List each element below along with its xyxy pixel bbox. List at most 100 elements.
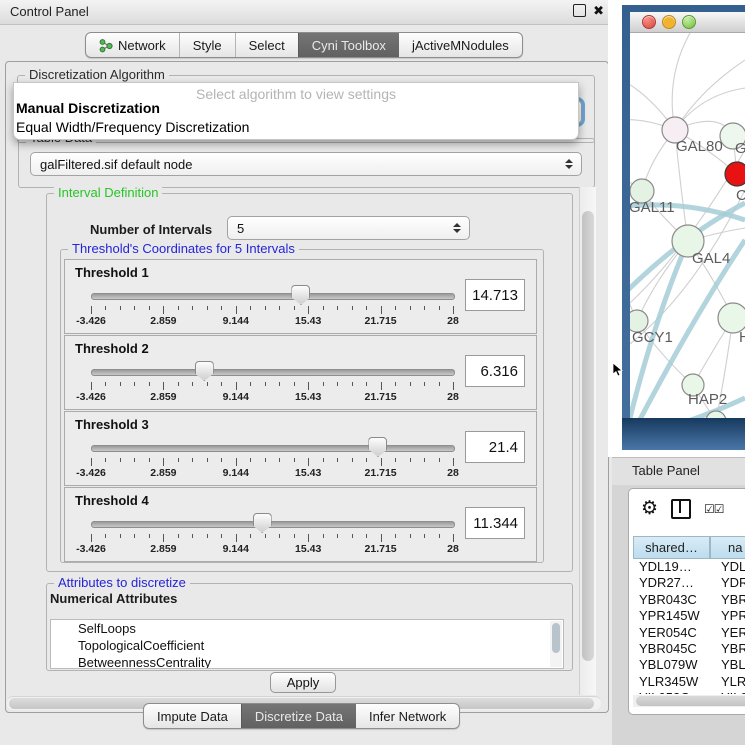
number-of-intervals-select[interactable]: 5	[227, 216, 470, 240]
cell-name[interactable]: YBL0	[716, 657, 745, 673]
cell-name[interactable]: YLR3	[716, 674, 745, 690]
tab-infer-network[interactable]: Infer Network	[356, 704, 459, 728]
app-root: Control Panel ✖ NetworkStyleSelectCyni T…	[0, 0, 745, 745]
table-row[interactable]: YDR27…YDR2	[633, 575, 745, 591]
table-row[interactable]: YBR045CYBR0	[633, 641, 745, 657]
table-row[interactable]: YER054CYER0	[633, 625, 745, 641]
table-header-row: shared… na	[633, 536, 745, 559]
threshold-slider-thumb[interactable]	[253, 513, 272, 533]
threshold-panel-2: Threshold 2-3.4262.8599.14415.4321.71528…	[64, 335, 537, 410]
cell-shared-name[interactable]: YBL079W	[633, 657, 716, 673]
split-columns-icon[interactable]	[671, 499, 691, 519]
network-node-label: GAL11	[630, 199, 675, 216]
threshold-slider-thumb[interactable]	[291, 285, 310, 305]
table-data-select[interactable]: galFiltered.sif default node	[30, 152, 582, 176]
tab-discretize-data[interactable]: Discretize Data	[241, 704, 356, 728]
threshold-value-field[interactable]: 14.713	[465, 279, 525, 311]
apply-button[interactable]: Apply	[270, 672, 336, 693]
table-horizontal-scrollbar[interactable]	[633, 695, 745, 707]
slider-ticks	[91, 534, 453, 542]
cell-shared-name[interactable]: YDL19…	[633, 559, 716, 575]
tab-impute-data[interactable]: Impute Data	[144, 704, 241, 728]
cell-name[interactable]: YDR2	[716, 575, 745, 591]
attributes-scrollbar[interactable]	[550, 621, 562, 667]
attribute-list-item[interactable]: TopologicalCoefficient	[51, 637, 563, 654]
table-row[interactable]: YLR345WYLR3	[633, 674, 745, 690]
tab-cyni-toolbox[interactable]: Cyni Toolbox	[298, 33, 399, 57]
minimize-traffic-light[interactable]	[662, 15, 676, 29]
close-traffic-light[interactable]	[642, 15, 656, 29]
network-canvas[interactable]: GAL80GACGAL11GAL4GCY1HHAP2	[630, 33, 745, 418]
cell-shared-name[interactable]: YBR043C	[633, 592, 716, 608]
column-header-name[interactable]: na	[710, 536, 745, 559]
cell-name[interactable]: YBR0	[716, 592, 745, 608]
table-row[interactable]: YPR145WYPR1	[633, 608, 745, 624]
cell-name[interactable]: YPR1	[716, 608, 745, 624]
cell-name[interactable]: YDL1	[716, 559, 745, 575]
table-row[interactable]: YDL19…YDL1	[633, 559, 745, 575]
threshold-slider-track[interactable]	[91, 445, 455, 452]
threshold-value-field[interactable]: 6.316	[465, 355, 525, 387]
network-icon	[99, 38, 113, 53]
checkboxes-icon[interactable]: ☑☑	[704, 502, 724, 516]
threshold-value-field[interactable]: 21.4	[465, 431, 525, 463]
cell-shared-name[interactable]: YDR27…	[633, 575, 716, 591]
table-row[interactable]: YBR043CYBR0	[633, 592, 745, 608]
attribute-list-item[interactable]: BetweennessCentrality	[51, 654, 563, 669]
threshold-slider-thumb[interactable]	[368, 437, 387, 457]
interval-definition-group: Interval Definition Number of Intervals …	[46, 193, 573, 572]
tab-label: Impute Data	[157, 709, 228, 724]
control-panel-titlebar: Control Panel ✖	[0, 0, 612, 25]
cyni-toolbox-panel: Discretization Algorithm Table Data galF…	[5, 61, 609, 713]
table-rows: YDL19…YDL1YDR27…YDR2YBR043CYBR0YPR145WYP…	[633, 559, 745, 694]
column-header-shared-name[interactable]: shared…	[633, 536, 710, 559]
gear-icon[interactable]: ⚙	[641, 499, 658, 519]
table-panel-title: Table Panel	[632, 463, 700, 478]
cell-shared-name[interactable]: YER054C	[633, 625, 716, 641]
table-row[interactable]: YIL052CYIL0	[633, 690, 745, 694]
popup-item-equal-width[interactable]: Equal Width/Frequency Discretization	[16, 119, 249, 135]
table-panel: ⚙ ☑☑ shared… na YDL19…YDL1YDR27…YDR2YBR0…	[628, 488, 745, 715]
network-window-titlebar[interactable]	[630, 12, 745, 33]
cell-shared-name[interactable]: YIL052C	[633, 690, 716, 694]
threshold-panel-4: Threshold 4-3.4262.8599.14415.4321.71528…	[64, 487, 537, 562]
cell-shared-name[interactable]: YBR045C	[633, 641, 716, 657]
cell-shared-name[interactable]: YPR145W	[633, 608, 716, 624]
network-edge[interactable]	[675, 60, 745, 130]
threshold-slider-track[interactable]	[91, 369, 455, 376]
table-row[interactable]: YBL079WYBL0	[633, 657, 745, 673]
slider-tick-labels: -3.4262.8599.14415.4321.71528	[91, 467, 453, 481]
threshold-panel-3: Threshold 3-3.4262.8599.14415.4321.71528…	[64, 411, 537, 486]
tab-jactivemnodules[interactable]: jActiveMNodules	[399, 33, 522, 57]
thresholds-group-title: Threshold's Coordinates for 5 Intervals	[68, 241, 299, 256]
tab-select[interactable]: Select	[235, 33, 298, 57]
cell-name[interactable]: YBR0	[716, 641, 745, 657]
slider-tick-labels: -3.4262.8599.14415.4321.71528	[91, 543, 453, 557]
threshold-slider-thumb[interactable]	[195, 361, 214, 381]
close-icon[interactable]: ✖	[593, 3, 604, 18]
cell-shared-name[interactable]: YLR345W	[633, 674, 716, 690]
cell-name[interactable]: YER0	[716, 625, 745, 641]
tab-style[interactable]: Style	[179, 33, 235, 57]
threshold-value-field[interactable]: 11.344	[465, 507, 525, 539]
network-node-label: GAL80	[676, 138, 723, 155]
tab-label: jActiveMNodules	[412, 38, 509, 53]
network-node[interactable]	[725, 162, 745, 186]
popup-item-manual-discretization[interactable]: Manual Discretization	[16, 100, 160, 116]
slider-tick-labels: -3.4262.8599.14415.4321.71528	[91, 391, 453, 405]
combo-stepper-icon	[452, 223, 461, 233]
thresholds-group: Threshold's Coordinates for 5 Intervals …	[60, 249, 544, 563]
threshold-slider-track[interactable]	[91, 521, 455, 528]
tab-network[interactable]: Network	[86, 33, 179, 57]
panel-vertical-scrollbar[interactable]	[579, 187, 596, 695]
cell-name[interactable]: YIL0	[716, 690, 745, 694]
attribute-list-item[interactable]: SelfLoops	[51, 620, 563, 637]
zoom-traffic-light[interactable]	[682, 15, 696, 29]
threshold-slider-track[interactable]	[91, 293, 455, 300]
slider-ticks	[91, 458, 453, 466]
float-window-icon[interactable]	[573, 4, 586, 17]
numerical-attributes-label: Numerical Attributes	[50, 591, 177, 606]
bottom-tab-bar: Impute Data Discretize DataInfer Network	[143, 703, 460, 729]
attributes-group: Attributes to discretize Numerical Attri…	[46, 583, 573, 671]
numerical-attributes-list[interactable]: SelfLoopsTopologicalCoefficientBetweenne…	[50, 619, 564, 669]
